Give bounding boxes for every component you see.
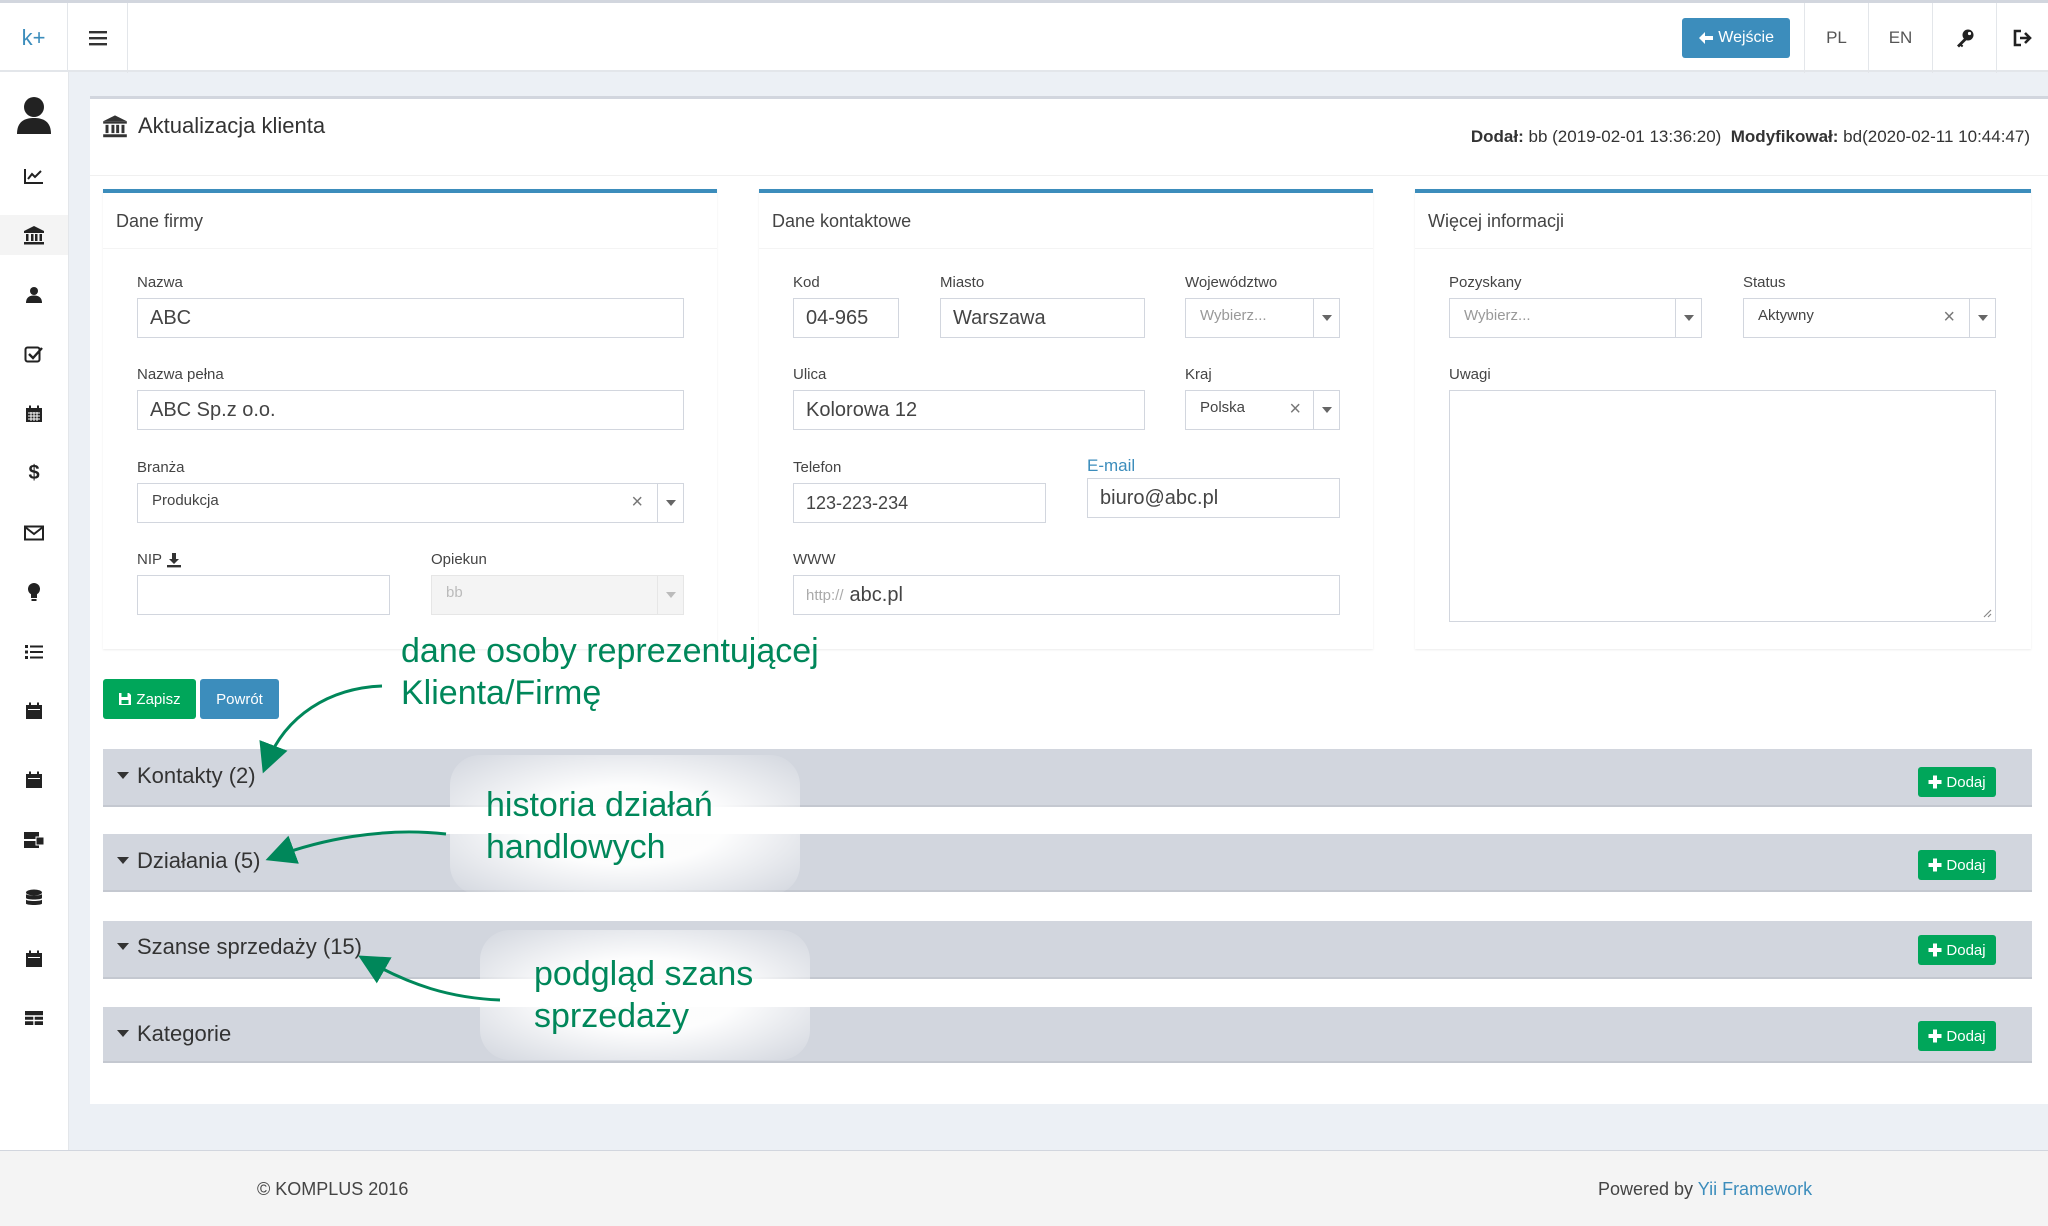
annotation-arrows xyxy=(259,684,501,1002)
footer-powered: Powered by Yii Framework xyxy=(1598,1179,1812,1200)
yii-framework-link[interactable]: Yii Framework xyxy=(1698,1179,1812,1199)
annotation-arrow xyxy=(259,684,383,774)
footer-powered-prefix: Powered by xyxy=(1598,1179,1698,1199)
footer: © KOMPLUS 2016 Powered by Yii Framework xyxy=(0,1150,2048,1226)
annotation-arrow xyxy=(265,830,447,864)
footer-copyright: © KOMPLUS 2016 xyxy=(257,1179,409,1199)
annotation-arrow xyxy=(358,955,501,1002)
